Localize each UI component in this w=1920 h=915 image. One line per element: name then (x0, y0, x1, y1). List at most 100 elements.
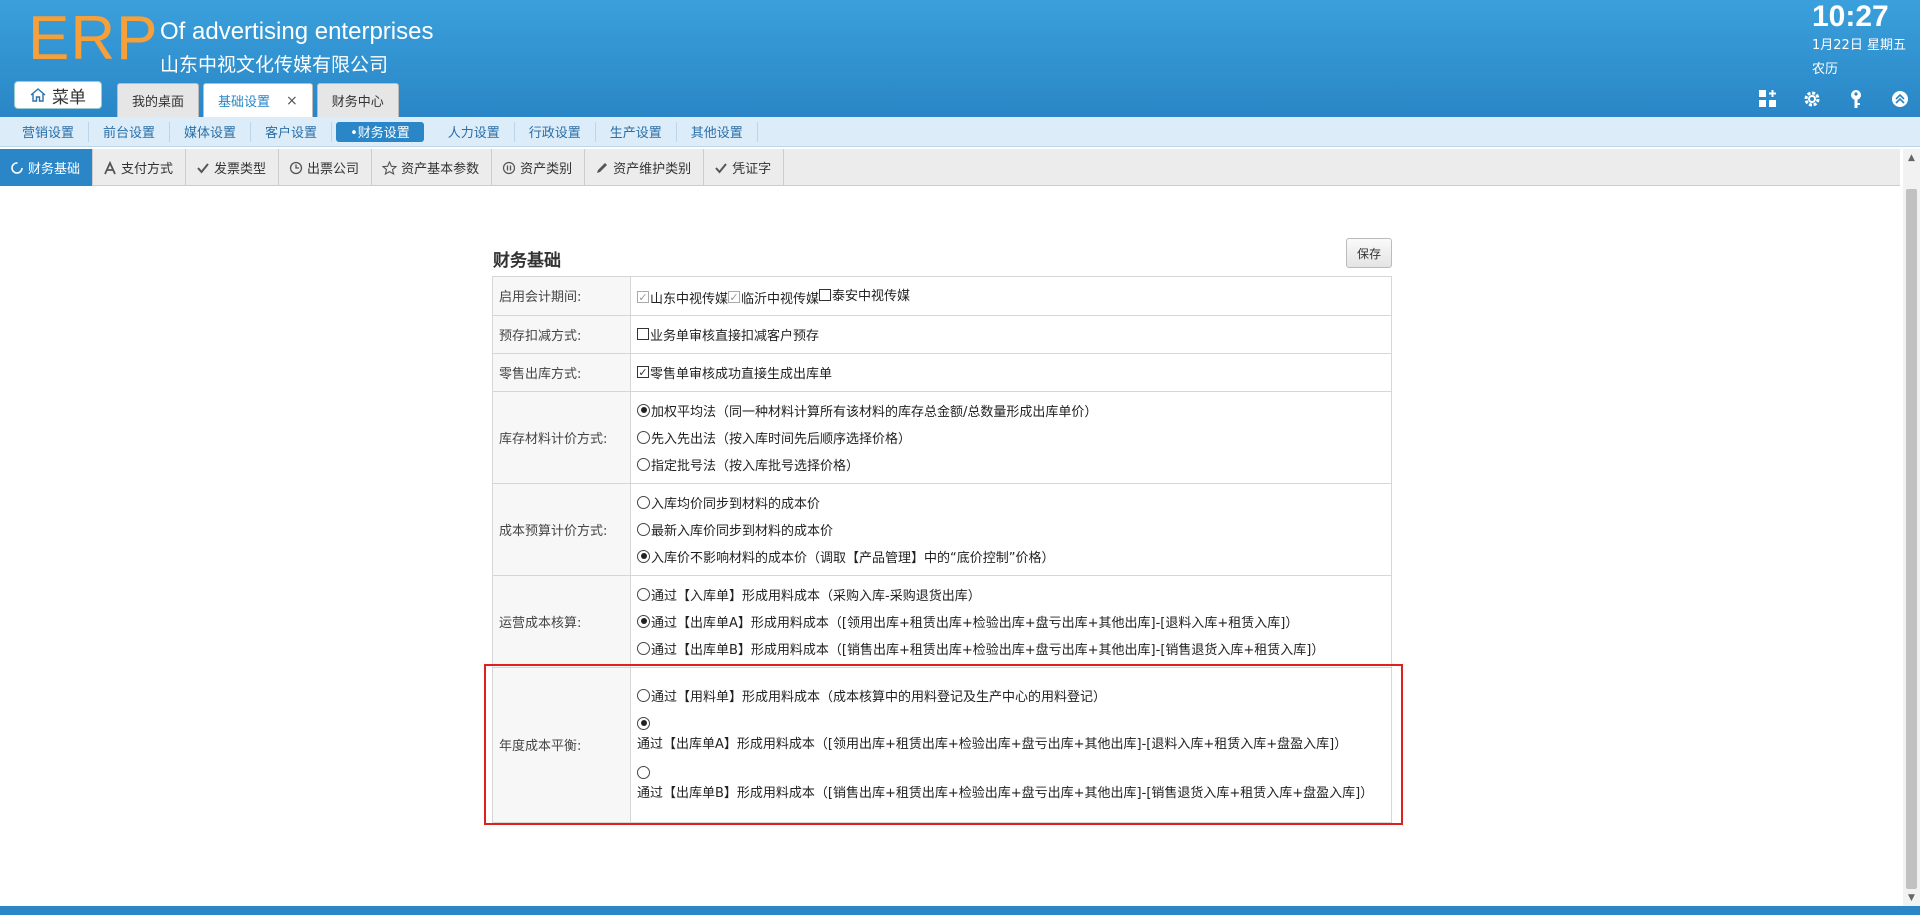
tab-label: 我的桌面 (132, 95, 185, 110)
company-name-en: Of advertising enterprises (160, 18, 434, 45)
checkbox-option[interactable]: 业务单审核直接扣减客户预存 (637, 321, 1385, 348)
tab-my-desktop[interactable]: 我的桌面 (117, 83, 200, 117)
radio[interactable] (637, 457, 650, 471)
radio[interactable] (637, 689, 650, 702)
scroll-up-arrow-icon[interactable]: ▲ (1903, 149, 1920, 166)
module-finance-settings[interactable]: •财务设置 (336, 121, 424, 142)
radio[interactable] (637, 716, 650, 730)
radio[interactable] (637, 641, 650, 655)
subnav-voucher-words[interactable]: 凭证字 (704, 149, 785, 186)
module-customer-settings[interactable]: 客户设置 (251, 121, 333, 142)
tab-close-icon[interactable]: × (286, 93, 298, 109)
clock-time: 10:27 (1812, 0, 1889, 33)
bottom-status-bar (0, 906, 1920, 915)
row-label: 库存材料计价方式: (492, 390, 631, 484)
radio-option[interactable]: 入库均价同步到材料的成本价 (637, 489, 1385, 516)
radio-option[interactable]: 先入先出法（按入库时间先后顺序选择价格） (637, 424, 1385, 451)
check-icon (197, 162, 209, 174)
top-tab-bar: 我的桌面 基础设置 × 财务中心 (117, 83, 399, 117)
radio-option[interactable]: 通过【出库单A】形成用料成本（[领用出库+租赁出库+检验出库+盘亏出库+其他出库… (637, 709, 1385, 758)
pause-icon (502, 161, 516, 174)
key-icon[interactable] (1844, 87, 1868, 111)
subnav-label: 资产类别 (520, 162, 573, 177)
radio-option[interactable]: 通过【用料单】形成用料成本（成本核算中的用料登记及生产中心的用料登记） (637, 682, 1385, 709)
radio-option[interactable]: 通过【出库单B】形成用料成本（[销售出库+租赁出库+检验出库+盘亏出库+其他出库… (637, 758, 1385, 807)
panel-title: 财务基础 (493, 251, 561, 271)
row-label: 零售出库方式: (492, 352, 631, 392)
subnav-asset-categories[interactable]: 资产类别 (492, 149, 586, 186)
radio-option[interactable]: 指定批号法（按入库批号选择价格） (637, 451, 1385, 478)
module-media-settings[interactable]: 媒体设置 (170, 121, 252, 142)
checkbox[interactable] (637, 328, 649, 340)
collapse-up-icon[interactable] (1888, 87, 1912, 111)
row-label: 运营成本核算: (492, 574, 631, 668)
row-label: 成本预算计价方式: (492, 482, 631, 576)
checkbox[interactable] (637, 366, 649, 378)
apps-grid-icon[interactable] (1756, 87, 1780, 111)
subnav-asset-parameters[interactable]: 资产基本参数 (372, 149, 493, 186)
save-button[interactable]: 保存 (1346, 238, 1392, 268)
module-production-settings[interactable]: 生产设置 (596, 121, 677, 142)
subnav-invoice-types[interactable]: 发票类型 (186, 149, 280, 186)
radio-option[interactable]: 通过【出库单A】形成用料成本（[领用出库+租赁出库+检验出库+盘亏出库+其他出库… (637, 608, 1385, 635)
gear-icon[interactable] (1800, 87, 1824, 111)
row-label: 预存扣减方式: (492, 314, 631, 354)
subnav-label: 资产维护类别 (613, 162, 692, 177)
checkbox[interactable] (819, 288, 832, 301)
subnav-billing-company[interactable]: 出票公司 (279, 149, 373, 186)
subnav-label: 发票类型 (214, 162, 267, 177)
radio-option[interactable]: 加权平均法（同一种材料计算所有该材料的库存总金额/总数量形成出库单价） (637, 397, 1385, 424)
checkbox-option[interactable]: 山东中视传媒 (637, 284, 728, 311)
clock-lunar: 农历 (1812, 62, 1839, 77)
radio[interactable] (637, 614, 650, 628)
module-marketing-settings[interactable]: 营销设置 (8, 121, 90, 142)
radio-option[interactable]: 通过【入库单】形成用料成本（采购入库-采购退货出库） (637, 581, 1385, 608)
app-header: ERP Of advertising enterprises 山东中视文化传媒有… (0, 0, 1920, 117)
radio-option[interactable]: 最新入库价同步到材料的成本价 (637, 516, 1385, 543)
subnav-payment-methods[interactable]: 支付方式 (93, 149, 187, 186)
checkbox-option[interactable]: 零售单审核成功直接生成出库单 (637, 359, 1385, 386)
subnav-label: 财务基础 (28, 162, 81, 177)
form-row-operating-cost: 运营成本核算: 通过【入库单】形成用料成本（采购入库-采购退货出库） 通过【出库… (492, 574, 1392, 668)
subnav-finance-basics[interactable]: 财务基础 (0, 149, 94, 186)
subnav-asset-maintenance-categories[interactable]: 资产维护类别 (585, 149, 705, 186)
radio[interactable] (637, 495, 650, 509)
clock-icon (289, 161, 303, 174)
erp-logo: ERP (28, 4, 159, 73)
page-scrollbar[interactable]: ▲ ▼ (1903, 149, 1920, 906)
radio[interactable] (637, 403, 650, 417)
checkbox-option[interactable]: 临沂中视传媒 (728, 284, 819, 311)
scroll-down-arrow-icon[interactable]: ▼ (1903, 889, 1920, 906)
tab-basic-settings[interactable]: 基础设置 × (203, 83, 313, 117)
checkbox[interactable] (728, 291, 741, 303)
row-label: 启用会计期间: (492, 276, 631, 316)
menu-button-label: 菜单 (52, 87, 86, 108)
tab-label: 财务中心 (331, 95, 384, 110)
settings-form: 启用会计期间: 山东中视传媒临沂中视传媒泰安中视传媒 预存扣减方式: 业务单审核… (492, 276, 1392, 823)
font-a-icon (104, 160, 116, 174)
sub-nav: 财务基础 支付方式 发票类型 出票公司 资产基本参数 资产类别 资产维护类别 凭… (0, 149, 1900, 186)
subnav-label: 支付方式 (121, 162, 174, 177)
radio[interactable] (637, 587, 650, 601)
radio[interactable] (637, 522, 650, 536)
module-hr-settings[interactable]: 人力设置 (434, 121, 515, 142)
radio[interactable] (637, 430, 650, 444)
module-other-settings[interactable]: 其他设置 (677, 121, 758, 142)
checkbox[interactable] (637, 291, 649, 303)
tab-finance-center[interactable]: 财务中心 (316, 83, 399, 117)
scroll-thumb[interactable] (1906, 189, 1917, 889)
radio[interactable] (637, 765, 650, 779)
radio[interactable] (637, 549, 650, 563)
form-row-retail-outbound: 零售出库方式: 零售单审核成功直接生成出库单 (492, 352, 1392, 392)
module-admin-settings[interactable]: 行政设置 (515, 121, 596, 142)
star-icon (382, 160, 398, 175)
radio-option[interactable]: 通过【出库单B】形成用料成本（[销售出库+租赁出库+检验出库+盘亏出库+其他出库… (637, 635, 1385, 662)
module-front-desk-settings[interactable]: 前台设置 (89, 121, 171, 142)
menu-button[interactable]: 菜单 (14, 81, 102, 109)
radio-option[interactable]: 入库价不影响材料的成本价（调取【产品管理】中的“底价控制”价格） (637, 543, 1385, 570)
checkbox-option[interactable]: 泰安中视传媒 (819, 281, 910, 308)
clock-date: 1月22日 星期五 (1812, 38, 1906, 53)
home-icon (30, 88, 46, 102)
form-row-inventory-valuation: 库存材料计价方式: 加权平均法（同一种材料计算所有该材料的库存总金额/总数量形成… (492, 390, 1392, 484)
refresh-icon (11, 161, 23, 174)
